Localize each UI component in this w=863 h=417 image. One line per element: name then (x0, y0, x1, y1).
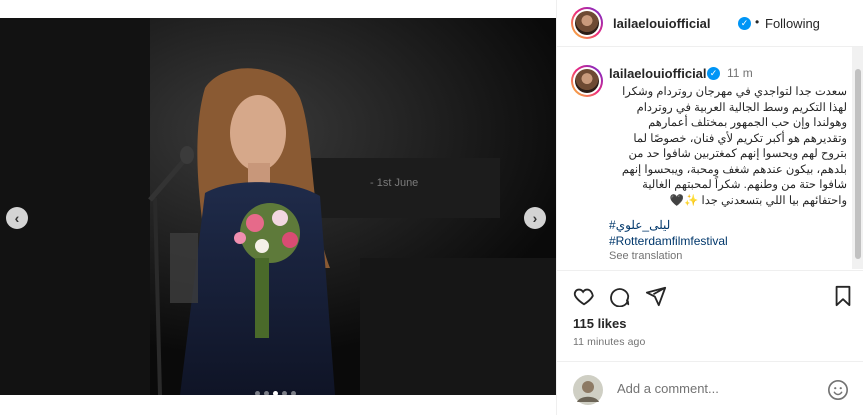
post-timestamp: 11 minutes ago (573, 336, 646, 348)
caption-username[interactable]: lailaelouiofficial (609, 66, 707, 81)
bottom-strip (0, 395, 556, 415)
verified-badge-icon: ✓ (738, 17, 751, 30)
post-image: - 1st June ‹ › (0, 18, 556, 395)
avatar[interactable] (571, 7, 603, 39)
action-bar: 115 likes 11 minutes ago (557, 270, 863, 416)
caption-text: سعدت جدا لتواجدي في مهرجان روتردام وشكرا… (621, 86, 847, 207)
add-comment-row (557, 361, 863, 417)
chevron-right-icon[interactable]: › (524, 207, 546, 229)
comment-input[interactable] (615, 380, 819, 397)
emoji-icon[interactable] (827, 379, 849, 401)
chevron-left-icon[interactable]: ‹ (6, 207, 28, 229)
bookmark-icon[interactable] (833, 285, 853, 307)
top-strip (0, 0, 556, 18)
share-icon[interactable] (645, 285, 667, 307)
caption-area: lailaelouiofficial ✓ 11 m سعدت جدا لتواج… (557, 47, 855, 269)
post-side-panel: lailaelouiofficial ✓ • Following lailael… (556, 0, 863, 415)
verified-badge-icon: ✓ (707, 67, 720, 80)
stage-photo: - 1st June (0, 18, 556, 395)
header-separator: • (755, 15, 760, 29)
hashtag-list: #ليلى_علوي #Rotterdamfilmfestival (609, 217, 728, 249)
heart-icon[interactable] (573, 285, 595, 307)
hashtag[interactable]: #ليلى_علوي (609, 217, 728, 233)
comment-icon[interactable] (609, 285, 631, 307)
see-translation-link[interactable]: See translation (609, 250, 682, 262)
following-button[interactable]: Following (765, 16, 820, 31)
scrollbar[interactable] (852, 47, 863, 269)
caption-time: 11 m (727, 66, 753, 80)
scroll-thumb[interactable] (855, 69, 861, 259)
commenter-avatar (573, 375, 603, 405)
header-username[interactable]: lailaelouiofficial (613, 16, 711, 31)
svg-text:- 1st June: - 1st June (370, 177, 418, 189)
likes-count[interactable]: 115 likes (573, 316, 627, 331)
hashtag[interactable]: #Rotterdamfilmfestival (609, 233, 728, 249)
post-header: lailaelouiofficial ✓ • Following (557, 0, 863, 47)
caption-avatar[interactable] (571, 65, 603, 97)
